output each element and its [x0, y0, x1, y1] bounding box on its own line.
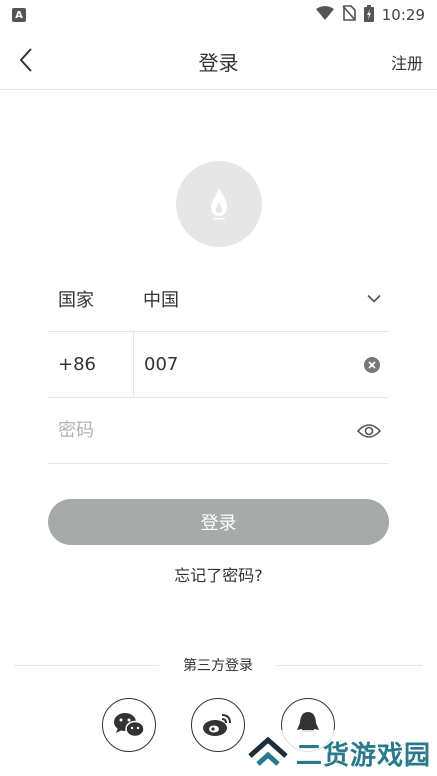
register-link[interactable]: 注册	[391, 50, 423, 74]
password-row	[48, 398, 389, 464]
third-party-divider: 第三方登录	[14, 655, 422, 675]
avatar	[176, 161, 262, 247]
app-notification-icon: A	[12, 8, 26, 22]
phone-input[interactable]	[134, 354, 389, 375]
wechat-icon	[114, 713, 145, 738]
battery-charging-icon	[363, 4, 374, 26]
login-button[interactable]: 登录	[48, 499, 389, 545]
status-time: 10:29	[381, 6, 425, 24]
chevron-down-icon[interactable]	[367, 294, 381, 303]
country-selector[interactable]: 国家 中国	[48, 266, 389, 332]
wifi-icon	[315, 6, 334, 24]
status-bar: A 10:29	[0, 0, 437, 30]
back-button[interactable]	[14, 46, 40, 74]
nav-bar: 登录 注册	[0, 30, 437, 90]
page-title: 登录	[198, 51, 239, 75]
wechat-login-button[interactable]	[102, 698, 156, 752]
country-value: 中国	[143, 289, 179, 311]
divider-line	[14, 664, 159, 666]
clear-icon[interactable]	[363, 356, 381, 374]
phone-row: +86	[48, 331, 389, 398]
chevron-left-icon	[19, 48, 32, 72]
password-input[interactable]	[48, 420, 389, 441]
watermark-text: 二货游戏园	[296, 740, 432, 771]
country-label: 国家	[58, 289, 94, 311]
watermark-logo-icon	[248, 736, 288, 766]
third-party-label: 第三方登录	[183, 658, 253, 674]
weibo-login-button[interactable]	[191, 698, 245, 752]
phone-code[interactable]: +86	[48, 331, 134, 398]
eye-icon[interactable]	[357, 423, 381, 439]
weibo-icon	[203, 714, 231, 736]
no-sim-icon	[342, 5, 356, 25]
watermark: 二货游戏园	[246, 730, 437, 776]
login-form: 国家 中国 +86	[48, 266, 389, 464]
flame-logo-icon	[211, 188, 227, 220]
forgot-password-link[interactable]: 忘记了密码?	[0, 562, 437, 586]
divider-line	[277, 664, 422, 666]
